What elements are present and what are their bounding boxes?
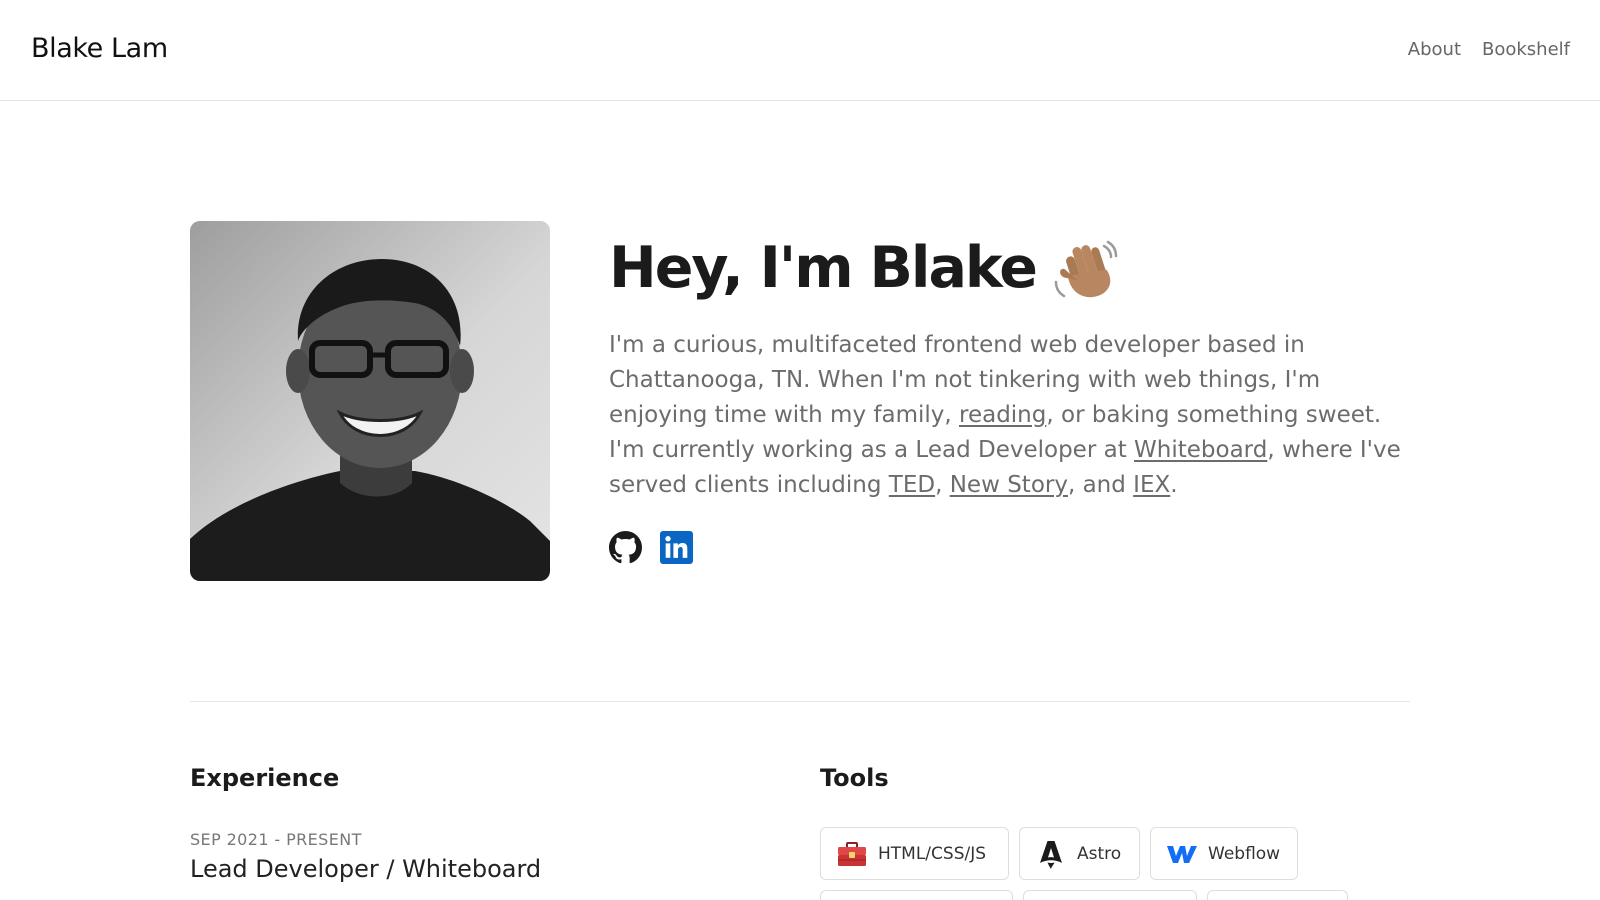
site-brand[interactable]: Blake Lam: [31, 33, 168, 64]
tool-label-html: HTML/CSS/JS: [878, 843, 987, 864]
bio-text-6: .: [1170, 472, 1178, 498]
linkedin-icon[interactable]: [660, 531, 693, 564]
tool-chip-row2-1[interactable]: [820, 890, 1013, 900]
reading-link[interactable]: reading: [959, 402, 1046, 428]
nav-about-link[interactable]: About: [1408, 39, 1461, 60]
experience-date: SEP 2021 - PRESENT: [190, 830, 362, 849]
toolbox-icon: [836, 838, 868, 870]
tool-chip-row2-2[interactable]: [1023, 890, 1197, 900]
whiteboard-link[interactable]: Whiteboard: [1134, 437, 1267, 463]
tool-chip-webflow[interactable]: Webflow: [1150, 827, 1298, 880]
hero-title-text: Hey, I'm Blake: [609, 235, 1038, 301]
nav-bookshelf-link[interactable]: Bookshelf: [1482, 39, 1570, 60]
social-links: [609, 531, 693, 564]
new-story-link[interactable]: New Story: [950, 472, 1068, 498]
tool-label-astro: Astro: [1077, 843, 1122, 864]
bio-text-5: , and: [1067, 472, 1134, 498]
hero-bio: I'm a curious, multifaceted frontend web…: [609, 328, 1409, 503]
experience-heading: Experience: [190, 764, 340, 792]
site-header: Blake Lam About Bookshelf: [0, 0, 1600, 101]
github-icon[interactable]: [609, 531, 642, 564]
tool-chip-html[interactable]: HTML/CSS/JS: [820, 827, 1009, 880]
tool-chip-row2-3[interactable]: [1207, 890, 1348, 900]
hero-heading: Hey, I'm Blake: [609, 232, 1122, 304]
waving-hand-icon: [1050, 232, 1122, 304]
section-divider: [190, 701, 1410, 702]
iex-link[interactable]: IEX: [1133, 472, 1170, 498]
tool-chip-astro[interactable]: Astro: [1019, 827, 1140, 880]
tools-heading: Tools: [820, 764, 889, 792]
bio-text-4: ,: [935, 472, 950, 498]
main-nav: About Bookshelf: [1408, 39, 1570, 60]
webflow-icon: [1166, 838, 1198, 870]
ted-link[interactable]: TED: [889, 472, 935, 498]
tool-label-webflow: Webflow: [1208, 843, 1281, 864]
profile-photo: [190, 221, 550, 581]
astro-icon: [1035, 838, 1067, 870]
experience-role: Lead Developer / Whiteboard: [190, 855, 542, 883]
